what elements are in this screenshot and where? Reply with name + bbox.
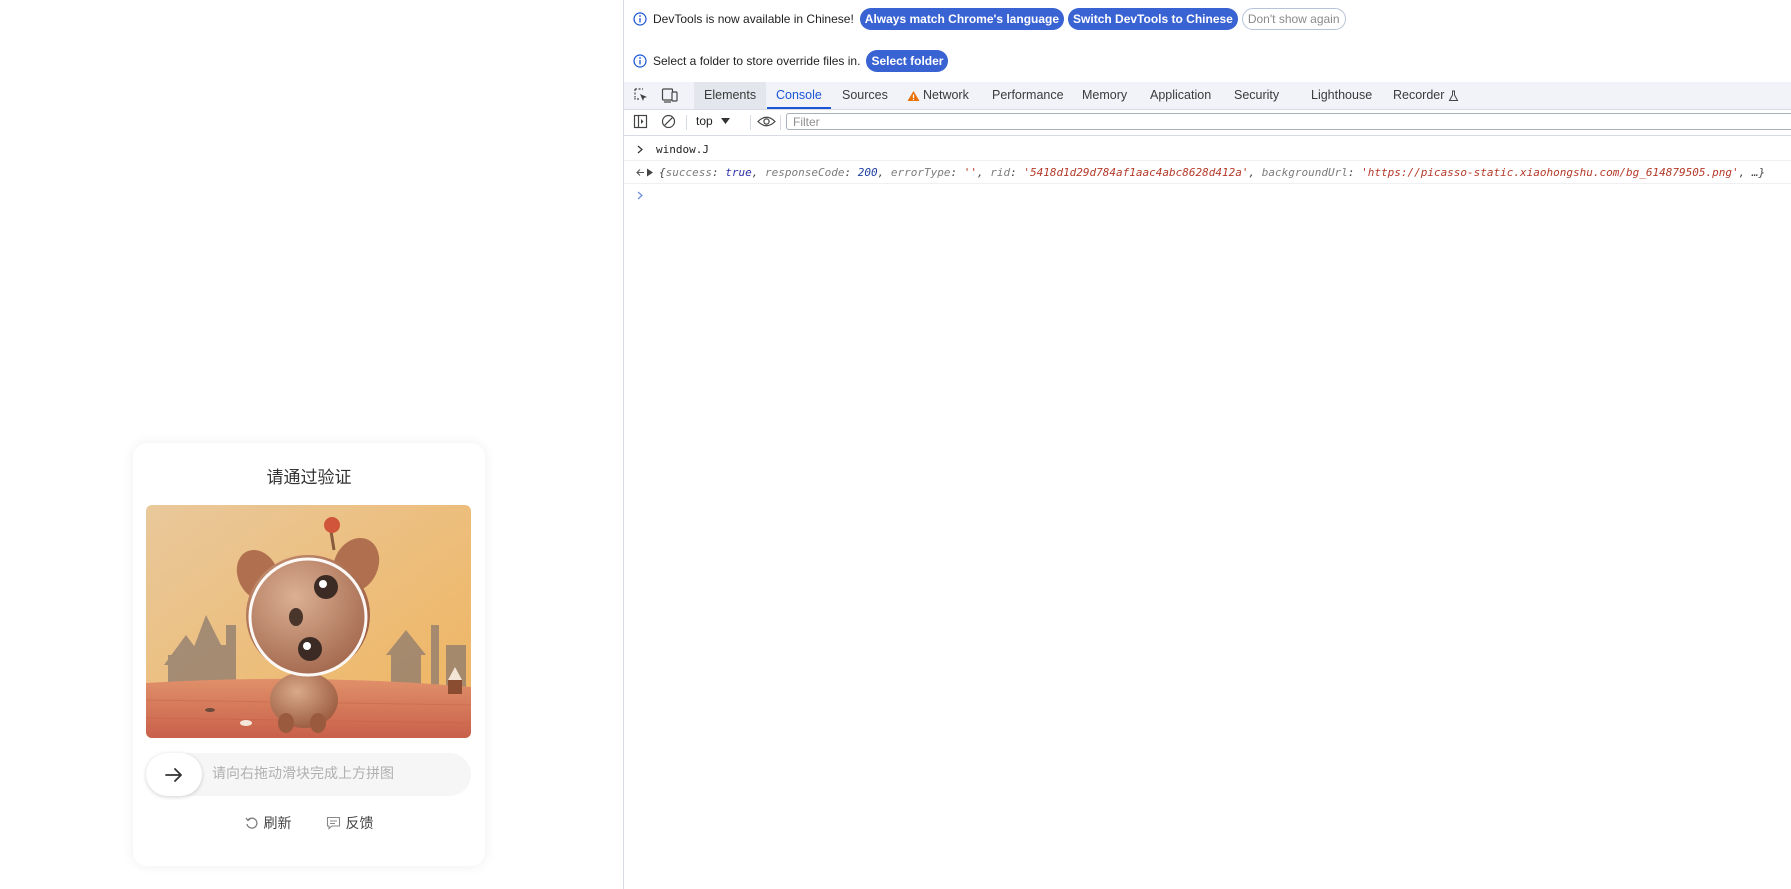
- info-icon: [633, 12, 647, 26]
- comment-icon: [326, 816, 340, 830]
- sidebar-toggle-icon[interactable]: [633, 114, 648, 132]
- refresh-icon: [245, 817, 258, 829]
- object-preview[interactable]: {success: true, responseCode: 200, error…: [659, 166, 1765, 179]
- switch-to-chinese-button[interactable]: Switch DevTools to Chinese: [1068, 8, 1238, 30]
- console-filter-input[interactable]: [786, 113, 1791, 130]
- tab-application[interactable]: Application: [1150, 82, 1211, 109]
- arrow-right-icon: [165, 767, 182, 782]
- device-toolbar-icon[interactable]: [661, 87, 679, 106]
- puzzle-illustration: [146, 505, 471, 738]
- dropdown-arrow-icon: [720, 118, 730, 124]
- warning-icon: [907, 90, 920, 101]
- console-toolbar: top: [624, 110, 1791, 136]
- tab-recorder-label: Recorder: [1393, 88, 1445, 102]
- tab-memory[interactable]: Memory: [1082, 82, 1127, 109]
- inspect-element-icon[interactable]: [633, 87, 649, 106]
- match-language-button[interactable]: Always match Chrome's language: [859, 8, 1065, 30]
- tab-security[interactable]: Security: [1234, 82, 1279, 109]
- tab-performance[interactable]: Performance: [992, 82, 1064, 109]
- devtools-panel: DevTools is now available in Chinese! Al…: [623, 0, 1791, 889]
- console-input-line: window.J: [624, 138, 1791, 161]
- tab-sources[interactable]: Sources: [842, 82, 888, 109]
- captcha-puzzle-image: [146, 505, 471, 738]
- web-page: 请通过验证 请向右拖动滑块完成上方拼图 刷新 反馈: [0, 0, 623, 889]
- flask-icon: [1449, 90, 1459, 101]
- toolbar-divider: [686, 115, 687, 130]
- info-icon: [633, 54, 647, 68]
- captcha-dialog: 请通过验证 请向右拖动滑块完成上方拼图 刷新 反馈: [133, 443, 485, 866]
- select-folder-button[interactable]: Select folder: [866, 50, 949, 72]
- feedback-label: 反馈: [345, 816, 374, 832]
- context-select[interactable]: top: [696, 114, 730, 128]
- toolbar-divider: [750, 115, 751, 130]
- console-prompt-line[interactable]: [624, 184, 1791, 206]
- feedback-button[interactable]: 反馈: [326, 813, 374, 833]
- captcha-slider-handle[interactable]: [146, 753, 202, 796]
- overrides-infobar: Select a folder to store override files …: [624, 42, 1791, 80]
- captcha-title: 请通过验证: [266, 468, 352, 488]
- refresh-label: 刷新: [263, 816, 292, 832]
- tab-recorder[interactable]: Recorder: [1393, 82, 1459, 109]
- tab-elements[interactable]: Elements: [694, 82, 767, 109]
- overrides-infobar-message: Select a folder to store override files …: [653, 54, 861, 68]
- captcha-slider-track[interactable]: 请向右拖动滑块完成上方拼图: [146, 753, 471, 796]
- language-infobar: DevTools is now available in Chinese! Al…: [624, 0, 1791, 38]
- dont-show-again-button[interactable]: Don't show again: [1241, 8, 1346, 30]
- tab-network-label: Network: [923, 88, 969, 102]
- prompt-chevron-icon: [624, 191, 656, 200]
- expand-triangle-icon[interactable]: [646, 168, 654, 177]
- prompt-chevron-icon: [624, 145, 656, 154]
- captcha-actions: 刷新 反馈: [133, 813, 485, 833]
- tab-lighthouse[interactable]: Lighthouse: [1311, 82, 1372, 109]
- clear-console-icon[interactable]: [661, 114, 676, 132]
- tab-network[interactable]: Network: [907, 82, 969, 109]
- devtools-tab-bar: Elements Console Sources Network Perform…: [624, 82, 1791, 110]
- tab-console[interactable]: Console: [767, 82, 831, 109]
- context-value: top: [696, 114, 713, 128]
- refresh-button[interactable]: 刷新: [245, 813, 292, 833]
- live-expression-eye-icon[interactable]: [757, 114, 776, 132]
- language-infobar-message: DevTools is now available in Chinese!: [653, 12, 854, 26]
- captcha-slider-hint: 请向右拖动滑块完成上方拼图: [212, 766, 394, 782]
- console-command-text: window.J: [656, 142, 709, 156]
- toolbar-divider: [780, 115, 781, 130]
- console-result-line[interactable]: {success: true, responseCode: 200, error…: [624, 161, 1791, 184]
